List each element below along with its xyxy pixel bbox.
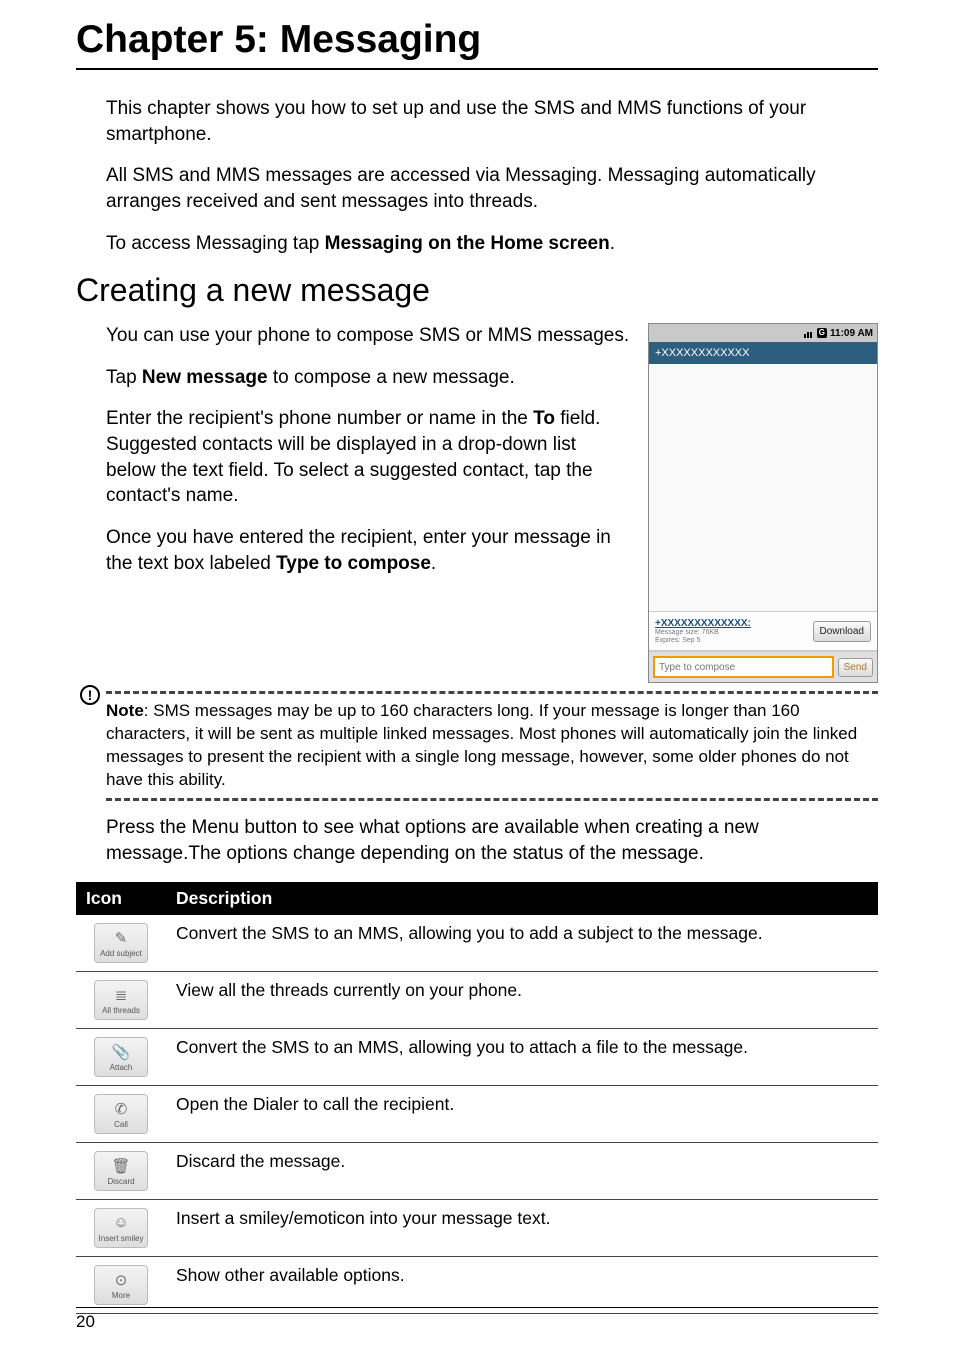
section-p2: Tap New message to compose a new message… (106, 365, 630, 391)
table-row: ☺ Insert smiley Insert a smiley/emoticon … (76, 1200, 878, 1257)
menu-label: All threads (102, 1006, 140, 1015)
section-p4-bold: Type to compose (276, 553, 431, 574)
table-row: ✆ Call Open the Dialer to call the recipi… (76, 1086, 878, 1143)
paperclip-icon: 📎 (112, 1043, 130, 1061)
to-field[interactable]: +XXXXXXXXXXXX (649, 342, 877, 364)
download-button[interactable]: Download (813, 621, 871, 642)
menu-attach[interactable]: 📎 Attach (94, 1037, 148, 1077)
trash-icon: 🗑 (112, 1157, 130, 1175)
section-p2-bold: New message (142, 367, 268, 388)
intro-p3-prefix: To access Messaging tap (106, 233, 325, 254)
compose-input[interactable] (653, 656, 834, 678)
mms-from: +XXXXXXXXXXXXX: (655, 618, 813, 629)
table-row: 🗑 Discard Discard the message. (76, 1143, 878, 1200)
intro-paragraph-2: All SMS and MMS messages are accessed vi… (106, 163, 878, 214)
page-footer: 20 (76, 1307, 878, 1332)
section-p1: You can use your phone to compose SMS or… (106, 323, 630, 349)
after-note-paragraph: Press the Menu button to see what option… (106, 815, 878, 866)
compose-row: Send (649, 651, 877, 682)
menu-label: More (112, 1291, 130, 1300)
note-top-divider (106, 691, 878, 694)
menu-discard[interactable]: 🗑 Discard (94, 1151, 148, 1191)
table-header-icon: Icon (76, 882, 166, 915)
options-table: Icon Description ✎ Add subject Convert th… (76, 882, 878, 1314)
menu-insert-smiley[interactable]: ☺ Insert smiley (94, 1208, 148, 1248)
more-icon: ⊙ (112, 1271, 130, 1289)
menu-label: Discard (107, 1177, 134, 1186)
phone-screenshot: G 11:09 AM +XXXXXXXXXXXX +XXXXXXXXXXXXX:… (648, 323, 878, 683)
chapter-title: Chapter 5: Messaging (76, 18, 878, 70)
mms-size: Message size: 76KB (655, 629, 813, 637)
alert-icon: ! (80, 685, 100, 705)
section-p2-suffix: to compose a new message. (268, 367, 515, 388)
signal-icon (804, 328, 814, 338)
section-p3-bold: To (533, 408, 555, 429)
menu-label: Add subject (100, 949, 142, 958)
intro-paragraph-3: To access Messaging tap Messaging on the… (106, 231, 878, 257)
smiley-icon: ☺ (112, 1214, 130, 1232)
status-time: 11:09 AM (830, 328, 873, 339)
table-header-description: Description (166, 882, 878, 915)
section-p4: Once you have entered the recipient, ent… (106, 525, 630, 576)
table-desc: Open the Dialer to call the recipient. (166, 1086, 878, 1143)
pencil-icon: ✎ (112, 929, 130, 947)
note-text: Note: SMS messages may be up to 160 char… (106, 700, 878, 792)
table-row: 📎 Attach Convert the SMS to an MMS, allow… (76, 1029, 878, 1086)
section-p4-suffix: . (431, 553, 436, 574)
section-text-column: You can use your phone to compose SMS or… (106, 323, 630, 683)
note-block: ! Note: SMS messages may be up to 160 ch… (106, 691, 878, 801)
status-bar: G 11:09 AM (649, 324, 877, 342)
note-body: : SMS messages may be up to 160 characte… (106, 701, 857, 789)
menu-more[interactable]: ⊙ More (94, 1265, 148, 1305)
table-desc: Discard the message. (166, 1143, 878, 1200)
menu-all-threads[interactable]: ≣ All threads (94, 980, 148, 1020)
menu-label: Call (114, 1120, 128, 1129)
table-row: ≣ All threads View all the threads curren… (76, 972, 878, 1029)
intro-p3-suffix: . (610, 233, 615, 254)
table-row: ⊙ More Show other available options. (76, 1257, 878, 1314)
table-desc: View all the threads currently on your p… (166, 972, 878, 1029)
page-number: 20 (76, 1312, 95, 1331)
table-desc: Insert a smiley/emoticon into your messa… (166, 1200, 878, 1257)
network-g-badge: G (817, 328, 827, 338)
send-button[interactable]: Send (838, 658, 873, 677)
note-label: Note (106, 701, 144, 720)
section-p3: Enter the recipient's phone number or na… (106, 406, 630, 509)
menu-call[interactable]: ✆ Call (94, 1094, 148, 1134)
intro-p3-bold: Messaging on the Home screen (325, 233, 610, 254)
note-bottom-divider (106, 798, 878, 801)
mms-expires: Expires: Sep 5 (655, 637, 813, 645)
table-desc: Show other available options. (166, 1257, 878, 1314)
table-desc: Convert the SMS to an MMS, allowing you … (166, 1029, 878, 1086)
thread-area (649, 364, 877, 611)
section-title: Creating a new message (76, 272, 878, 309)
phone-icon: ✆ (112, 1100, 130, 1118)
intro-paragraph-1: This chapter shows you how to set up and… (106, 96, 878, 147)
menu-label: Attach (110, 1063, 133, 1072)
menu-label: Insert smiley (99, 1234, 144, 1243)
mms-notification-row[interactable]: +XXXXXXXXXXXXX: Message size: 76KB Expir… (649, 611, 877, 651)
menu-add-subject[interactable]: ✎ Add subject (94, 923, 148, 963)
section-p3-prefix: Enter the recipient's phone number or na… (106, 408, 533, 429)
table-row: ✎ Add subject Convert the SMS to an MMS, … (76, 915, 878, 972)
mms-info: +XXXXXXXXXXXXX: Message size: 76KB Expir… (655, 618, 813, 644)
table-desc: Convert the SMS to an MMS, allowing you … (166, 915, 878, 972)
section-p2-prefix: Tap (106, 367, 142, 388)
threads-icon: ≣ (112, 986, 130, 1004)
